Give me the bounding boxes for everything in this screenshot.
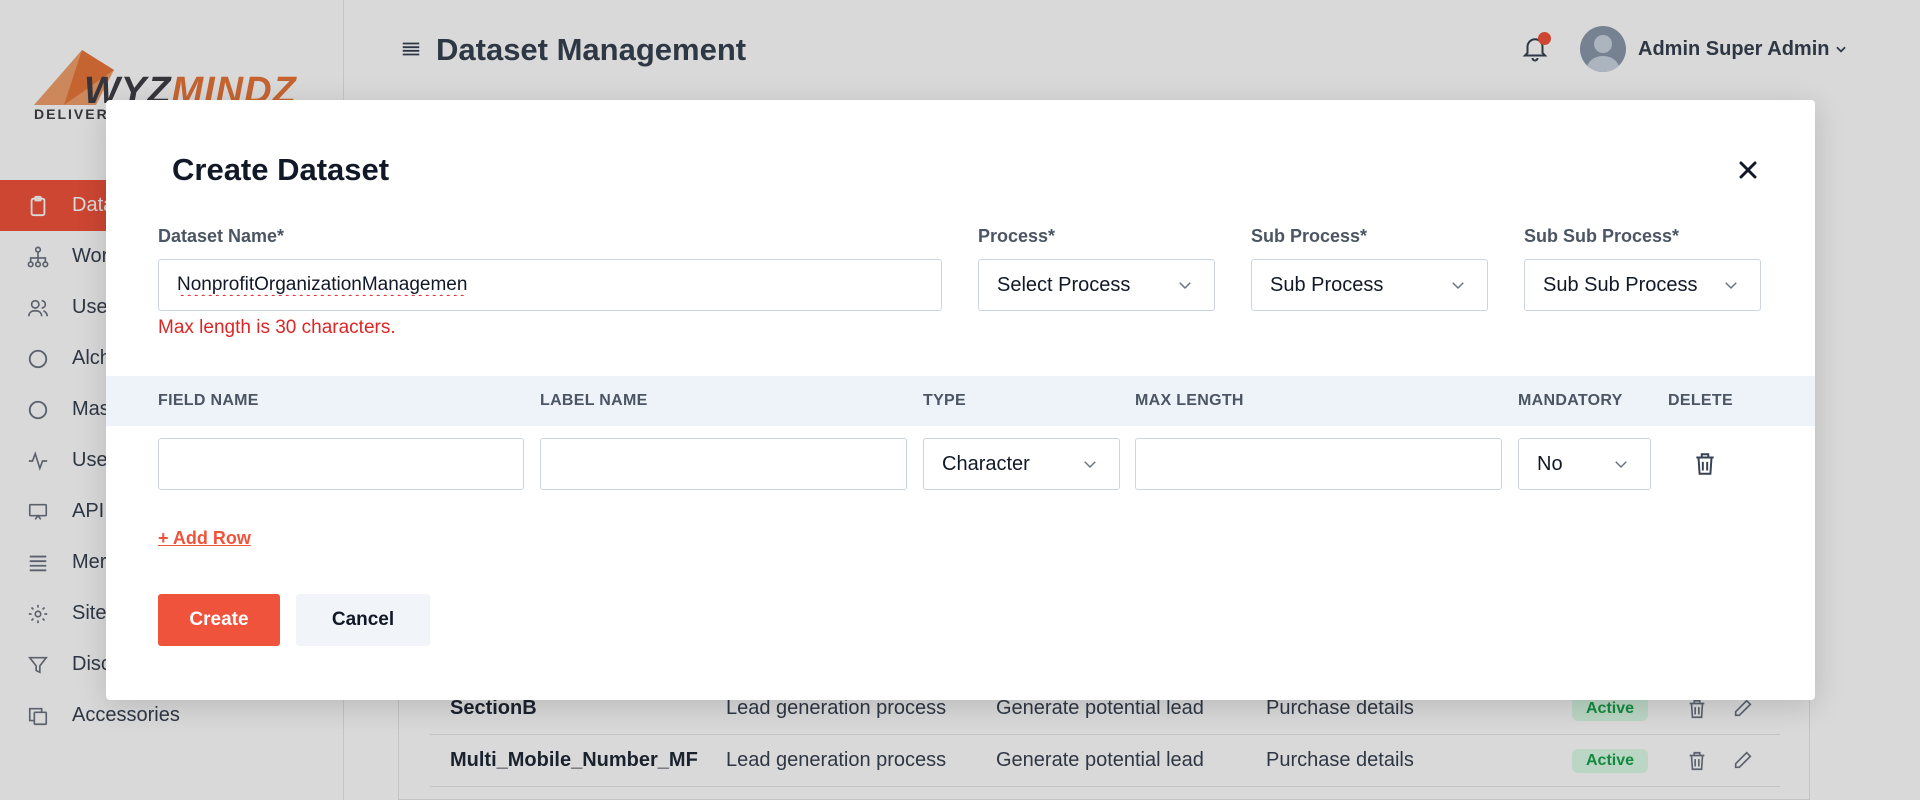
mandatory-select[interactable]: No xyxy=(1518,438,1651,490)
sub-process-select[interactable]: Sub Process xyxy=(1251,259,1488,311)
create-dataset-modal: Create Dataset Dataset Name* Max length … xyxy=(106,100,1815,700)
create-button[interactable]: Create xyxy=(158,594,280,646)
type-select[interactable]: Character xyxy=(923,438,1120,490)
modal-title: Create Dataset xyxy=(172,152,390,187)
field-name-input[interactable] xyxy=(158,438,524,490)
dataset-name-error: Max length is 30 characters. xyxy=(158,317,396,338)
delete-row-button[interactable] xyxy=(1692,450,1718,478)
close-button[interactable] xyxy=(1734,156,1762,184)
column-header-max-length: MAX LENGTH xyxy=(1135,392,1244,409)
cancel-button[interactable]: Cancel xyxy=(296,594,430,646)
chevron-down-icon xyxy=(1722,276,1740,294)
fields-table-header: FIELD NAME LABEL NAME TYPE MAX LENGTH MA… xyxy=(106,376,1815,426)
dataset-name-label: Dataset Name* xyxy=(158,226,285,246)
process-select-value: Select Process xyxy=(997,273,1131,296)
process-select[interactable]: Select Process xyxy=(978,259,1215,311)
chevron-down-icon xyxy=(1449,276,1467,294)
mandatory-select-value: No xyxy=(1537,452,1563,475)
add-row-link[interactable]: + Add Row xyxy=(158,528,251,549)
type-select-value: Character xyxy=(942,452,1030,475)
dataset-name-input[interactable] xyxy=(158,259,942,311)
label-name-input[interactable] xyxy=(540,438,907,490)
sub-process-select-value: Sub Process xyxy=(1270,273,1384,296)
chevron-down-icon xyxy=(1176,276,1194,294)
sub-sub-process-select-value: Sub Sub Process xyxy=(1543,273,1698,296)
sub-sub-process-select[interactable]: Sub Sub Process xyxy=(1524,259,1761,311)
process-label: Process* xyxy=(978,226,1056,246)
max-length-input[interactable] xyxy=(1135,438,1502,490)
sub-process-label: Sub Process* xyxy=(1251,226,1368,246)
close-icon xyxy=(1739,161,1757,179)
chevron-down-icon xyxy=(1081,455,1099,473)
column-header-field-name: FIELD NAME xyxy=(158,392,259,409)
chevron-down-icon xyxy=(1612,455,1630,473)
column-header-delete: DELETE xyxy=(1668,392,1733,409)
column-header-label-name: LABEL NAME xyxy=(540,392,648,409)
sub-sub-process-label: Sub Sub Process* xyxy=(1524,226,1680,246)
column-header-mandatory: MANDATORY xyxy=(1518,392,1623,409)
column-header-type: TYPE xyxy=(923,392,966,409)
trash-icon xyxy=(1696,453,1714,475)
